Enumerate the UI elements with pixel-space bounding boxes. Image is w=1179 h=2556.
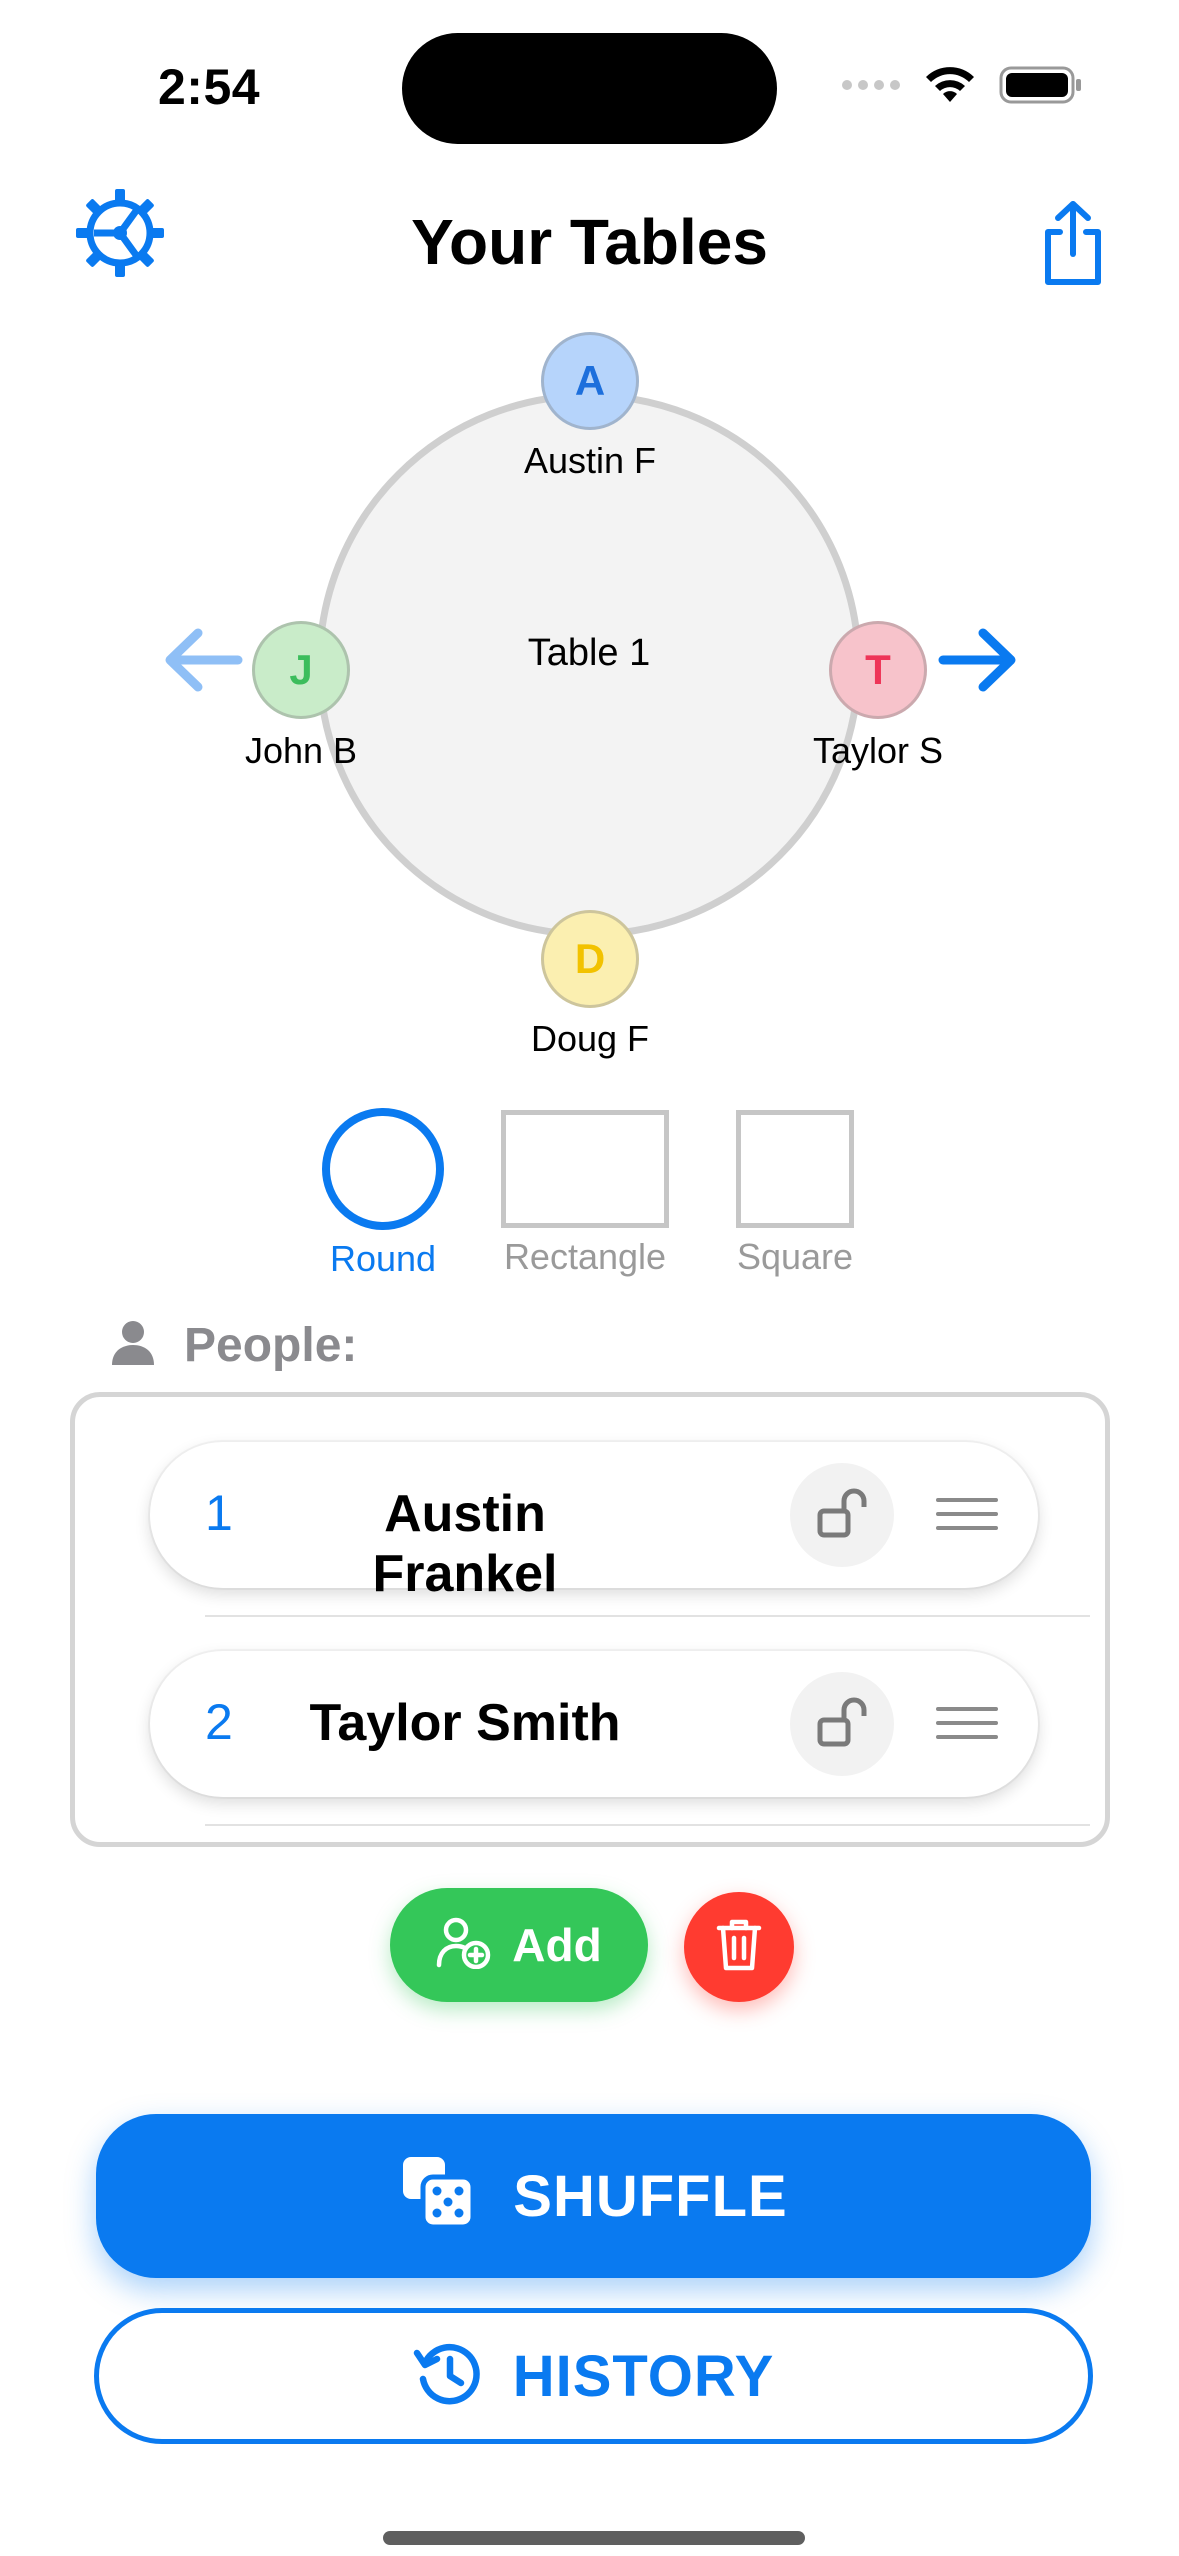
- shuffle-button[interactable]: SHUFFLE: [96, 2114, 1091, 2278]
- trash-icon: [716, 1918, 762, 1977]
- add-person-button[interactable]: Add: [390, 1888, 648, 2002]
- previous-table-arrow-icon[interactable]: [162, 625, 244, 695]
- home-indicator[interactable]: [383, 2531, 805, 2545]
- status-icons: [841, 62, 1083, 112]
- status-time: 2:54: [158, 59, 261, 115]
- people-header: People:: [110, 1318, 357, 1373]
- history-clock-icon: [413, 2339, 483, 2414]
- person-number: 1: [205, 1485, 233, 1541]
- person-name: Austin Frankel: [372, 1485, 558, 1603]
- lock-toggle-button[interactable]: [790, 1672, 894, 1776]
- person-row[interactable]: 1 Austin Frankel: [150, 1442, 1038, 1603]
- dice-icon: [399, 2155, 477, 2238]
- lock-toggle-button[interactable]: [790, 1463, 894, 1567]
- shuffle-label: SHUFFLE: [513, 2163, 788, 2229]
- seat-doug[interactable]: D: [541, 910, 639, 1008]
- person-row[interactable]: 2 Taylor Smith: [150, 1651, 1038, 1797]
- person-name: Taylor Smith: [309, 1694, 621, 1752]
- history-label: HISTORY: [512, 2343, 775, 2409]
- drag-handle-icon[interactable]: [936, 1494, 998, 1534]
- shape-option-rectangle[interactable]: Rectangle: [490, 1108, 680, 1278]
- share-icon: [1038, 198, 1108, 293]
- seat-austin[interactable]: A: [541, 332, 639, 430]
- delete-button[interactable]: [684, 1892, 794, 2002]
- square-shape-icon: [736, 1110, 854, 1228]
- cellular-signal-icon: [841, 78, 901, 96]
- shape-option-round[interactable]: Round: [318, 1108, 448, 1280]
- row-divider: [205, 1824, 1090, 1826]
- round-shape-icon: [322, 1108, 444, 1230]
- unlock-icon: [814, 1694, 870, 1755]
- people-title: People:: [184, 1319, 358, 1372]
- shape-label-round: Round: [329, 1238, 437, 1279]
- seat-label-john: John B: [244, 730, 358, 771]
- rectangle-shape-icon: [501, 1110, 669, 1228]
- person-number: 2: [205, 1694, 233, 1750]
- history-button[interactable]: HISTORY: [94, 2308, 1093, 2444]
- people-list: 1 Austin Frankel 2 Taylor Smith: [70, 1392, 1110, 1847]
- unlock-icon: [814, 1485, 870, 1546]
- drag-handle-icon[interactable]: [936, 1703, 998, 1743]
- seat-label-doug: Doug F: [530, 1018, 650, 1059]
- table-name: Table 1: [527, 632, 651, 674]
- seat-john[interactable]: J: [252, 621, 350, 719]
- person-icon: [110, 1319, 156, 1372]
- next-table-arrow-icon[interactable]: [937, 625, 1019, 695]
- add-person-icon: [436, 1917, 492, 1974]
- app-screen: 2:54 Your Tables Table 1 A Austin F J Jo…: [0, 0, 1179, 2556]
- seat-taylor[interactable]: T: [829, 621, 927, 719]
- wifi-icon: [923, 64, 977, 111]
- shape-label-rectangle: Rectangle: [503, 1236, 667, 1277]
- share-button[interactable]: [1028, 195, 1118, 295]
- add-button-label: Add: [512, 1919, 602, 1971]
- seat-label-austin: Austin F: [523, 440, 657, 481]
- battery-icon: [999, 65, 1083, 110]
- shape-label-square: Square: [736, 1236, 854, 1277]
- seat-label-taylor: Taylor S: [812, 730, 944, 771]
- row-divider: [205, 1615, 1090, 1617]
- dynamic-island: [402, 33, 777, 144]
- page-title: Your Tables: [411, 206, 768, 278]
- shape-option-square[interactable]: Square: [730, 1108, 860, 1278]
